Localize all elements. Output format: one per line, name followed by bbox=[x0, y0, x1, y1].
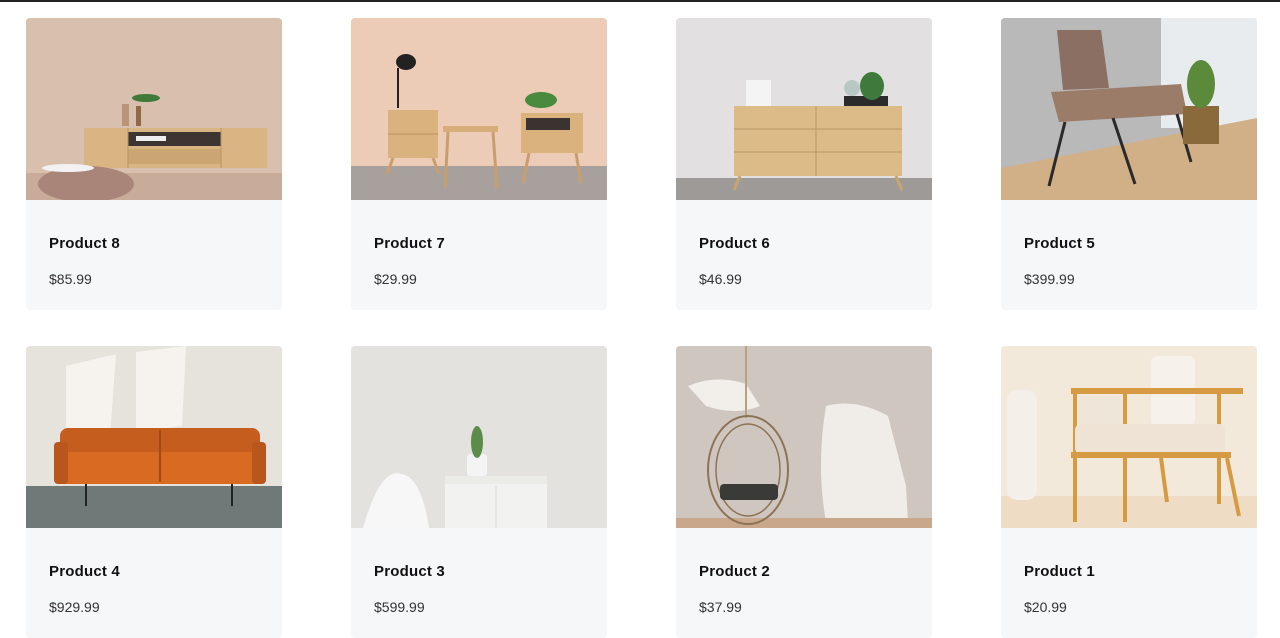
product-price: $29.99 bbox=[374, 271, 417, 287]
product-card[interactable]: Product 5 $399.99 bbox=[1001, 18, 1257, 310]
product-image[interactable] bbox=[351, 18, 607, 200]
product-card[interactable]: Product 1 $20.99 bbox=[1001, 346, 1257, 638]
product-price: $37.99 bbox=[699, 599, 742, 615]
product-image[interactable] bbox=[676, 346, 932, 528]
product-price: $46.99 bbox=[699, 271, 742, 287]
product-name[interactable]: Product 7 bbox=[374, 235, 445, 252]
product-name[interactable]: Product 6 bbox=[699, 235, 770, 252]
product-card[interactable]: Product 4 $929.99 bbox=[26, 346, 282, 638]
product-image[interactable] bbox=[351, 346, 607, 528]
product-card[interactable]: Product 8 $85.99 bbox=[26, 18, 282, 310]
product-image[interactable] bbox=[1001, 18, 1257, 200]
product-image[interactable] bbox=[676, 18, 932, 200]
product-name[interactable]: Product 3 bbox=[374, 563, 445, 580]
lounge-chair-photo bbox=[1001, 18, 1257, 200]
product-name[interactable]: Product 4 bbox=[49, 563, 120, 580]
product-image[interactable] bbox=[26, 346, 282, 528]
product-card[interactable]: Product 2 $37.99 bbox=[676, 346, 932, 638]
product-image[interactable] bbox=[26, 18, 282, 200]
product-name[interactable]: Product 8 bbox=[49, 235, 120, 252]
product-price: $399.99 bbox=[1024, 271, 1075, 287]
nightstands-photo bbox=[351, 18, 607, 200]
product-price: $85.99 bbox=[49, 271, 92, 287]
white-cabinet-photo bbox=[351, 346, 607, 528]
wooden-armchair-photo bbox=[1001, 346, 1257, 528]
product-name[interactable]: Product 1 bbox=[1024, 563, 1095, 580]
hanging-chair-photo bbox=[676, 346, 932, 528]
product-image[interactable] bbox=[1001, 346, 1257, 528]
product-card[interactable]: Product 3 $599.99 bbox=[351, 346, 607, 638]
product-price: $599.99 bbox=[374, 599, 425, 615]
tv-console-photo bbox=[26, 18, 282, 200]
product-card[interactable]: Product 7 $29.99 bbox=[351, 18, 607, 310]
product-card[interactable]: Product 6 $46.99 bbox=[676, 18, 932, 310]
product-name[interactable]: Product 2 bbox=[699, 563, 770, 580]
product-price: $20.99 bbox=[1024, 599, 1067, 615]
product-name[interactable]: Product 5 bbox=[1024, 235, 1095, 252]
product-grid: Product 8 $85.99 Product 7 $29.99 Produc… bbox=[0, 0, 1280, 638]
product-price: $929.99 bbox=[49, 599, 100, 615]
leather-sofa-photo bbox=[26, 346, 282, 528]
dresser-photo bbox=[676, 18, 932, 200]
